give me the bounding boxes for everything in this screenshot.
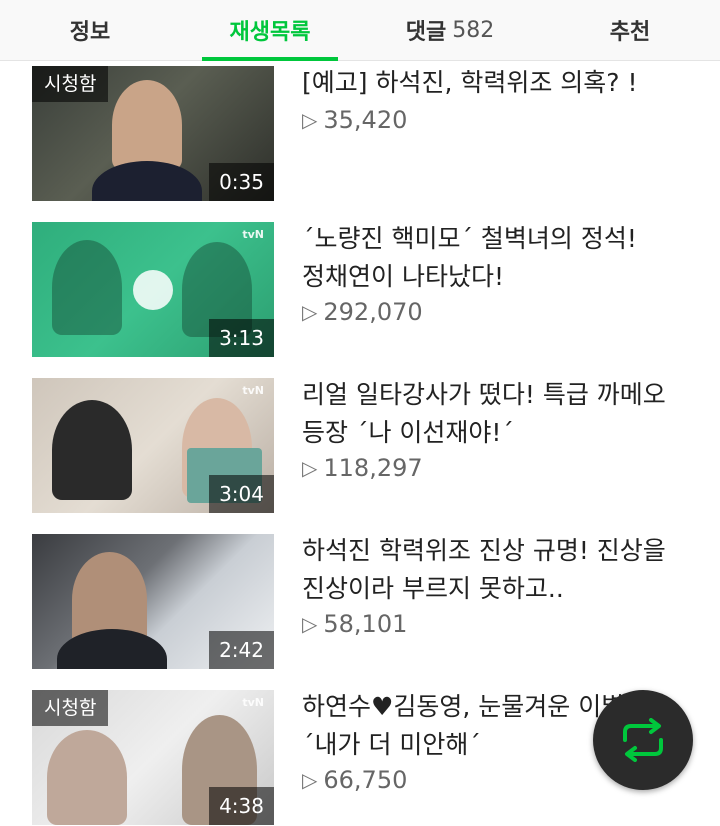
tab-recommend-label: 추천	[609, 20, 651, 45]
repeat-icon	[623, 718, 663, 762]
duration-label: 0:35	[209, 163, 274, 201]
video-title[interactable]: [예고] 하석진, 학력위조 의혹? !	[302, 64, 692, 102]
person-figure	[112, 80, 182, 170]
tab-info-label: 정보	[69, 20, 111, 45]
video-thumbnail[interactable]: tvN 3:13	[32, 222, 274, 357]
play-count-icon: ▷	[302, 612, 318, 636]
channel-logo: tvN	[242, 228, 264, 241]
view-count-value: 292,070	[323, 298, 423, 326]
video-title-line: 정채연이 나타났다!	[302, 262, 504, 291]
list-item[interactable]: 시청함 0:35 [예고] 하석진, 학력위조 의혹? ! ▷ 35,420	[0, 62, 720, 202]
play-count-icon: ▷	[302, 456, 318, 480]
channel-logo: tvN	[242, 696, 264, 709]
tab-comments[interactable]: 댓글 582	[360, 0, 540, 60]
video-title[interactable]: ´노량진 핵미모´ 철벽녀의 정석! 정채연이 나타났다!	[302, 220, 692, 296]
tab-playlist-label: 재생목록	[229, 20, 311, 45]
duration-label: 4:38	[209, 787, 274, 825]
duration-label: 2:42	[209, 631, 274, 669]
view-count: ▷ 118,297	[302, 454, 423, 482]
duration-label: 3:04	[209, 475, 274, 513]
view-count: ▷ 35,420	[302, 106, 407, 134]
view-count-value: 118,297	[323, 454, 423, 482]
duration-label: 3:13	[209, 319, 274, 357]
tab-playlist[interactable]: 재생목록	[180, 0, 360, 61]
video-title-line: 등장 ´나 이선재야!´	[302, 418, 514, 447]
view-count-value: 66,750	[323, 766, 408, 794]
video-title-line: ´노량진 핵미모´ 철벽녀의 정석!	[302, 224, 637, 253]
video-title[interactable]: 리얼 일타강사가 떴다! 특급 까메오 등장 ´나 이선재야!´	[302, 376, 692, 452]
watched-badge: 시청함	[32, 690, 109, 726]
comment-count: 582	[452, 17, 495, 43]
view-count: ▷ 58,101	[302, 610, 407, 638]
list-item[interactable]: tvN 3:13 ´노량진 핵미모´ 철벽녀의 정석! 정채연이 나타났다! ▷…	[0, 218, 720, 358]
channel-logo: tvN	[242, 384, 264, 397]
video-thumbnail[interactable]: 2:42	[32, 534, 274, 669]
video-title-line: 하석진 학력위조 진상 규명! 진상을	[302, 536, 666, 565]
list-item[interactable]: tvN 3:04 리얼 일타강사가 떴다! 특급 까메오 등장 ´나 이선재야!…	[0, 374, 720, 514]
tab-info[interactable]: 정보	[0, 0, 180, 60]
view-count: ▷ 292,070	[302, 298, 423, 326]
play-icon	[133, 270, 173, 310]
video-title[interactable]: 하석진 학력위조 진상 규명! 진상을 진상이라 부르지 못하고..	[302, 532, 692, 608]
tab-comments-label: 댓글	[405, 20, 447, 45]
video-thumbnail[interactable]: tvN 3:04	[32, 378, 274, 513]
video-title-line: 진상이라 부르지 못하고..	[302, 574, 564, 603]
play-count-icon: ▷	[302, 300, 318, 324]
person-figure	[47, 730, 127, 825]
person-figure	[52, 240, 122, 335]
repeat-button[interactable]	[593, 690, 693, 790]
list-item[interactable]: 2:42 하석진 학력위조 진상 규명! 진상을 진상이라 부르지 못하고.. …	[0, 530, 720, 670]
video-title-line: 리얼 일타강사가 떴다! 특급 까메오	[302, 380, 666, 409]
play-count-icon: ▷	[302, 108, 318, 132]
video-thumbnail[interactable]: 시청함 0:35	[32, 66, 274, 201]
view-count-value: 58,101	[323, 610, 408, 638]
tab-recommend[interactable]: 추천	[540, 0, 720, 60]
tab-bar: 정보 재생목록 댓글 582 추천	[0, 0, 720, 61]
view-count-value: 35,420	[323, 106, 408, 134]
video-thumbnail[interactable]: 시청함 tvN 4:38	[32, 690, 274, 825]
watched-badge: 시청함	[32, 66, 109, 102]
person-figure	[52, 400, 132, 500]
view-count: ▷ 66,750	[302, 766, 407, 794]
video-title-line: [예고] 하석진, 학력위조 의혹? !	[302, 68, 638, 97]
play-count-icon: ▷	[302, 768, 318, 792]
